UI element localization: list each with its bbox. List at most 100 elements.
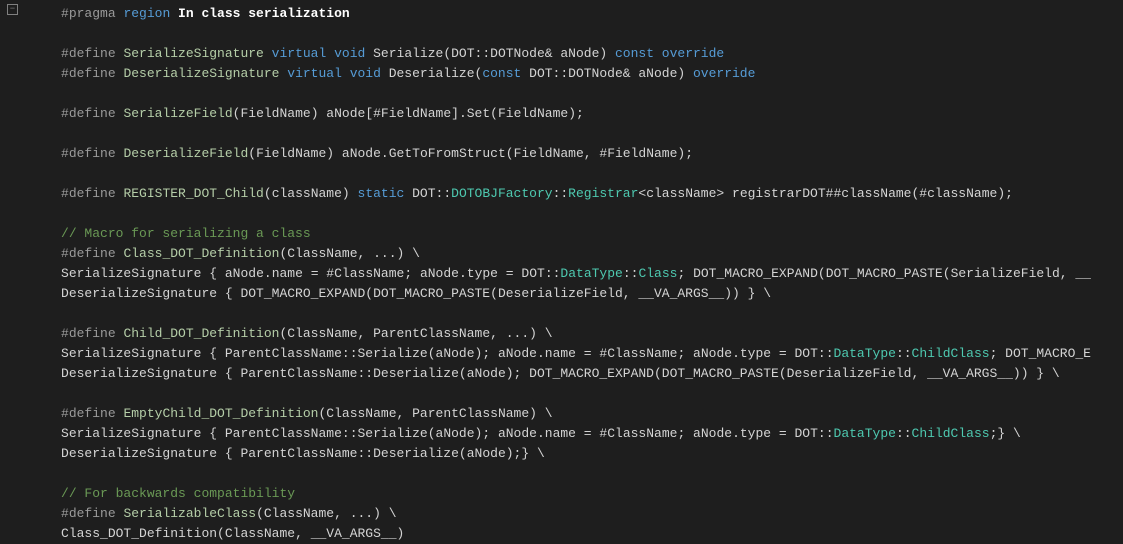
token: #define [61, 146, 123, 161]
code-line[interactable]: SerializeSignature { aNode.name = #Class… [0, 264, 1123, 284]
code-line[interactable]: DeserializeSignature { ParentClassName::… [0, 364, 1123, 384]
token: ) [342, 186, 358, 201]
token: FieldName [240, 106, 310, 121]
token: , [295, 526, 311, 541]
code-line[interactable]: #define DeserializeSignature virtual voi… [0, 64, 1123, 84]
code-line[interactable]: #define SerializableClass(ClassName, ...… [0, 504, 1123, 524]
code-line[interactable] [0, 304, 1123, 324]
code-editor[interactable]: − #pragma region In class serialization … [0, 0, 1123, 544]
token: DOT_MACRO_EXPAND [529, 366, 654, 381]
code-line[interactable] [0, 464, 1123, 484]
token: , ...) \ [334, 506, 396, 521]
token: . [732, 426, 740, 441]
token: DeserializeField [498, 286, 623, 301]
code-line[interactable] [0, 384, 1123, 404]
token: ); [997, 186, 1013, 201]
code-content[interactable]: DeserializeSignature { ParentClassName::… [22, 364, 1123, 384]
code-line[interactable]: #define Child_DOT_Definition(ClassName, … [0, 324, 1123, 344]
code-line[interactable]: SerializeSignature { ParentClassName::Se… [0, 344, 1123, 364]
token: . [732, 346, 740, 361]
code-line[interactable]: SerializeSignature { ParentClassName::Se… [0, 424, 1123, 444]
code-content[interactable] [22, 84, 1123, 104]
code-content[interactable]: #define SerializeField(FieldName) aNode[… [22, 104, 1123, 124]
code-content[interactable] [22, 204, 1123, 224]
code-content[interactable] [22, 384, 1123, 404]
code-content[interactable]: DeserializeSignature { DOT_MACRO_EXPAND(… [22, 284, 1123, 304]
code-content[interactable]: #define REGISTER_DOT_Child(className) st… [22, 184, 1123, 204]
code-content[interactable] [22, 464, 1123, 484]
token: // Macro for serializing a class [61, 226, 311, 241]
token: name [272, 266, 303, 281]
code-line[interactable]: #define SerializeField(FieldName) aNode[… [0, 104, 1123, 124]
token: ) [326, 146, 342, 161]
token: ClassName [287, 246, 357, 261]
token: override [693, 66, 755, 81]
token: )) } \ [724, 286, 771, 301]
token: DOTOBJFactory [451, 186, 552, 201]
token: DOT [795, 426, 818, 441]
token: ) [311, 106, 327, 121]
token: ChildClass [912, 346, 990, 361]
token: DOT [521, 266, 544, 281]
code-content[interactable] [22, 124, 1123, 144]
token: :: [475, 46, 491, 61]
token: #define [61, 246, 123, 261]
code-line[interactable]: #define Class_DOT_Definition(ClassName, … [0, 244, 1123, 264]
code-line[interactable] [0, 124, 1123, 144]
code-content[interactable]: #pragma region In class serialization [22, 4, 1123, 24]
code-line[interactable]: #define EmptyChild_DOT_Definition(ClassN… [0, 404, 1123, 424]
token: ); [568, 106, 584, 121]
token: SerializeSignature [123, 46, 271, 61]
token: ClassName [326, 406, 396, 421]
token: EmptyChild_DOT_Definition [123, 406, 318, 421]
code-line[interactable]: DeserializeSignature { DOT_MACRO_EXPAND(… [0, 284, 1123, 304]
code-line[interactable]: // For backwards compatibility [0, 484, 1123, 504]
token: aNode [326, 106, 365, 121]
code-content[interactable]: #define Class_DOT_Definition(ClassName, … [22, 244, 1123, 264]
token: DeserializeSignature [61, 286, 225, 301]
token: Serialize [358, 346, 428, 361]
code-content[interactable]: SerializeSignature { aNode.name = #Class… [22, 264, 1123, 284]
code-line[interactable] [0, 204, 1123, 224]
code-content[interactable]: // For backwards compatibility [22, 484, 1123, 504]
code-content[interactable]: #define EmptyChild_DOT_Definition(ClassN… [22, 404, 1123, 424]
token: :: [896, 346, 912, 361]
token: aNode [693, 426, 732, 441]
code-line[interactable]: #define DeserializeField(FieldName) aNod… [0, 144, 1123, 164]
code-content[interactable] [22, 164, 1123, 184]
fold-toggle-icon[interactable]: − [7, 4, 18, 15]
code-line[interactable]: // Macro for serializing a class [0, 224, 1123, 244]
token: ( [490, 286, 498, 301]
code-content[interactable] [22, 304, 1123, 324]
code-content[interactable]: Class_DOT_Definition(ClassName, __VA_ARG… [22, 524, 1123, 544]
token: , # [584, 146, 607, 161]
code-line[interactable] [0, 164, 1123, 184]
code-line[interactable] [0, 84, 1123, 104]
code-content[interactable]: #define Child_DOT_Definition(ClassName, … [22, 324, 1123, 344]
token: :: [436, 186, 452, 201]
code-line[interactable] [0, 24, 1123, 44]
code-content[interactable]: SerializeSignature { ParentClassName::Se… [22, 344, 1123, 364]
token: ; [990, 346, 1006, 361]
code-content[interactable]: DeserializeSignature { ParentClassName::… [22, 444, 1123, 464]
code-content[interactable]: // Macro for serializing a class [22, 224, 1123, 244]
code-line[interactable]: #define REGISTER_DOT_Child(className) st… [0, 184, 1123, 204]
token: (# [911, 186, 927, 201]
token: ) \ [529, 406, 552, 421]
code-content[interactable]: #define DeserializeField(FieldName) aNod… [22, 144, 1123, 164]
code-content[interactable] [22, 24, 1123, 44]
code-content[interactable]: SerializeSignature { ParentClassName::Se… [22, 424, 1123, 444]
code-content[interactable]: #define DeserializeSignature virtual voi… [22, 64, 1123, 84]
token: = # [576, 426, 607, 441]
token: , __ [1060, 266, 1091, 281]
token: aNode [467, 446, 506, 461]
code-content[interactable]: #define SerializableClass(ClassName, ...… [22, 504, 1123, 524]
token: DOT_MACRO_PASTE [662, 366, 779, 381]
token: ; [677, 346, 693, 361]
code-line[interactable]: − #pragma region In class serialization [0, 4, 1123, 24]
code-line[interactable]: DeserializeSignature { ParentClassName::… [0, 444, 1123, 464]
code-content[interactable]: #define SerializeSignature virtual void … [22, 44, 1123, 64]
token: = [771, 426, 794, 441]
code-line[interactable]: #define SerializeSignature virtual void … [0, 44, 1123, 64]
code-line[interactable]: Class_DOT_Definition(ClassName, __VA_ARG… [0, 524, 1123, 544]
